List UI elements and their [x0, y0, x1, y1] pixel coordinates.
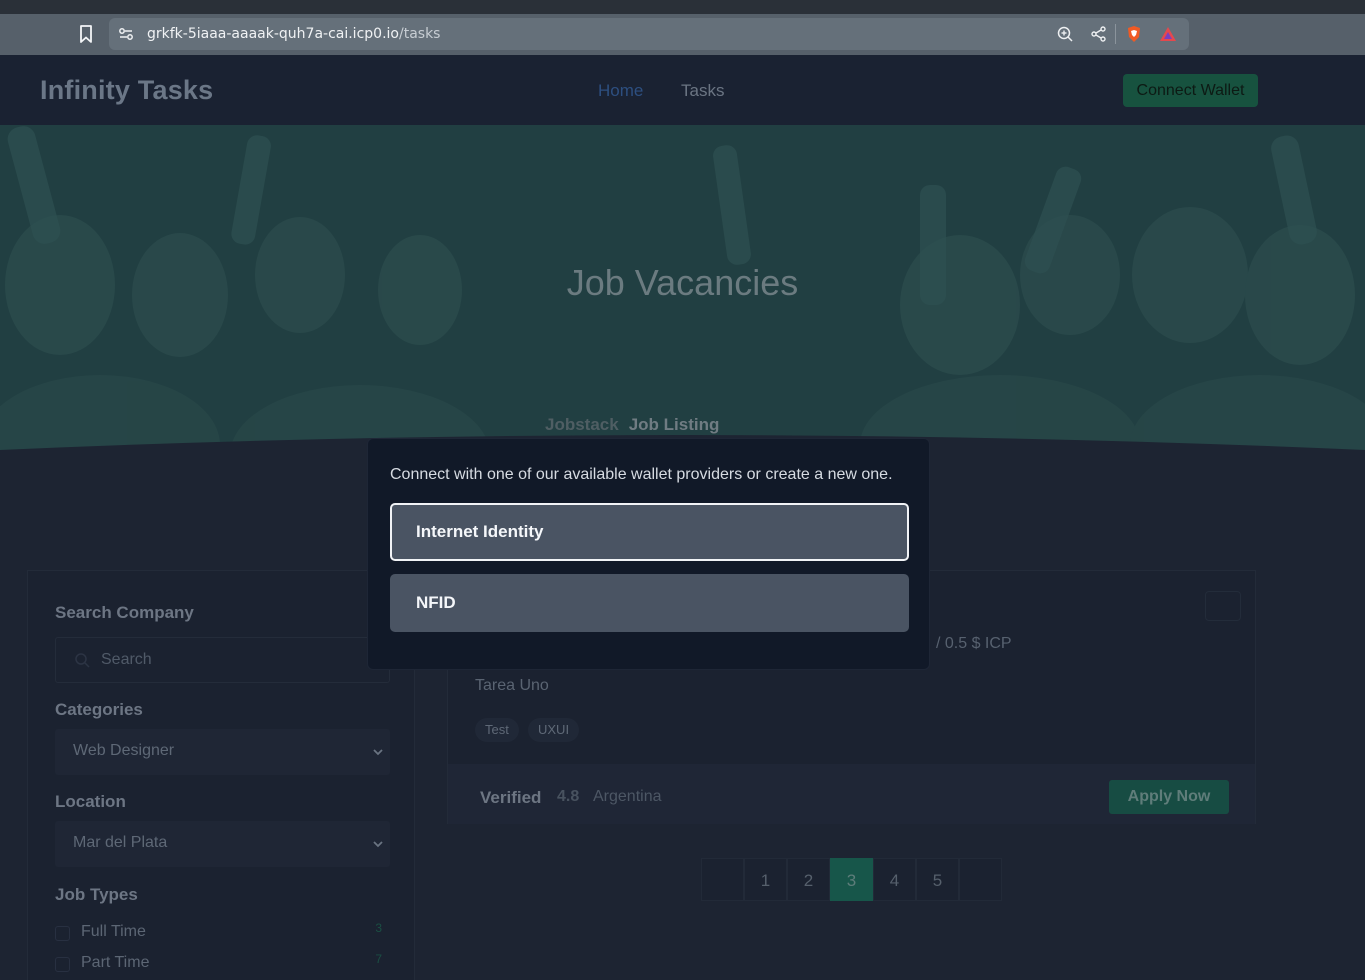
hero-banner: Job Vacancies Jobstack Job Listing: [0, 125, 1365, 465]
search-company-heading: Search Company: [55, 603, 194, 622]
job-tag[interactable]: UXUI: [528, 718, 580, 742]
connect-wallet-button[interactable]: Connect Wallet: [1123, 74, 1258, 107]
url-text: grkfk-5iaaa-aaaak-quh7a-cai.icp0.io/task…: [147, 26, 440, 42]
chevron-down-icon: [373, 749, 383, 756]
internet-identity-button[interactable]: Internet Identity: [390, 503, 909, 561]
url-path: /tasks: [398, 26, 441, 42]
page-button[interactable]: 5: [916, 858, 959, 901]
page-button[interactable]: 4: [873, 858, 916, 901]
apply-now-button[interactable]: Apply Now: [1109, 780, 1229, 814]
job-location: Argentina: [593, 788, 662, 805]
job-salary: / 0.5 $ ICP: [936, 635, 1012, 652]
zoom-icon[interactable]: [1056, 25, 1074, 43]
verified-label: Verified: [480, 788, 542, 807]
job-type-label: Full Time: [81, 923, 146, 940]
app-header: Infinity Tasks Home Tasks Connect Wallet: [0, 55, 1365, 125]
checkbox[interactable]: [55, 926, 70, 941]
site-settings-icon[interactable]: [117, 25, 135, 43]
nfid-button[interactable]: NFID: [390, 574, 909, 632]
category-select[interactable]: Web Designer: [55, 729, 390, 775]
brave-shield-icon[interactable]: [1125, 25, 1143, 43]
location-heading: Location: [55, 792, 126, 811]
filter-sidebar: Search Company Search Categories Web Des…: [27, 570, 415, 980]
job-type-count: 7: [375, 952, 382, 966]
breadcrumb: Jobstack Job Listing: [545, 415, 719, 435]
checkbox[interactable]: [55, 957, 70, 972]
connect-wallet-modal: Connect with one of our available wallet…: [367, 438, 930, 670]
search-input[interactable]: Search: [55, 637, 390, 683]
breadcrumb-current: Job Listing: [628, 415, 720, 434]
brave-rewards-icon[interactable]: [1159, 25, 1177, 43]
job-type-label: Part Time: [81, 954, 150, 971]
nav-home[interactable]: Home: [598, 81, 643, 101]
category-value: Web Designer: [73, 742, 175, 759]
job-types-heading: Job Types: [55, 885, 138, 904]
share-icon[interactable]: [1090, 25, 1108, 43]
chevron-down-icon: [373, 841, 383, 848]
search-icon: [75, 653, 90, 668]
page-title: Job Vacancies: [566, 262, 799, 303]
next-page-button[interactable]: [959, 858, 1002, 901]
toolbar-divider: [1115, 24, 1116, 44]
prev-page-button[interactable]: [701, 858, 744, 901]
categories-heading: Categories: [55, 700, 143, 719]
page-button[interactable]: 1: [744, 858, 787, 901]
bookmark-icon[interactable]: [76, 24, 96, 44]
brand-logo[interactable]: Infinity Tasks: [40, 75, 213, 106]
rating-value: 4.8: [557, 788, 580, 805]
job-type-full-time[interactable]: Full Time 3: [55, 921, 390, 945]
job-type-part-time[interactable]: Part Time 7: [55, 952, 390, 976]
os-top-strip: [0, 0, 1365, 14]
address-bar[interactable]: grkfk-5iaaa-aaaak-quh7a-cai.icp0.io/task…: [109, 18, 1189, 50]
job-tag[interactable]: Test: [475, 718, 519, 742]
location-select[interactable]: Mar del Plata: [55, 821, 390, 867]
browser-toolbar: grkfk-5iaaa-aaaak-quh7a-cai.icp0.io/task…: [0, 14, 1365, 55]
job-description: Tarea Uno: [475, 677, 549, 694]
modal-message: Connect with one of our available wallet…: [390, 466, 893, 483]
page-button-active[interactable]: 3: [830, 858, 873, 901]
nav-tasks[interactable]: Tasks: [681, 81, 724, 101]
url-host: grkfk-5iaaa-aaaak-quh7a-cai.icp0.io: [147, 26, 399, 42]
job-type-count: 3: [375, 921, 382, 935]
job-card-footer: Verified 4.8 Argentina Apply Now: [448, 764, 1255, 824]
breadcrumb-jobstack[interactable]: Jobstack: [545, 415, 619, 434]
location-value: Mar del Plata: [73, 834, 168, 851]
search-placeholder: Search: [101, 651, 152, 668]
page-button[interactable]: 2: [787, 858, 830, 901]
bookmark-job-button[interactable]: [1205, 591, 1241, 621]
